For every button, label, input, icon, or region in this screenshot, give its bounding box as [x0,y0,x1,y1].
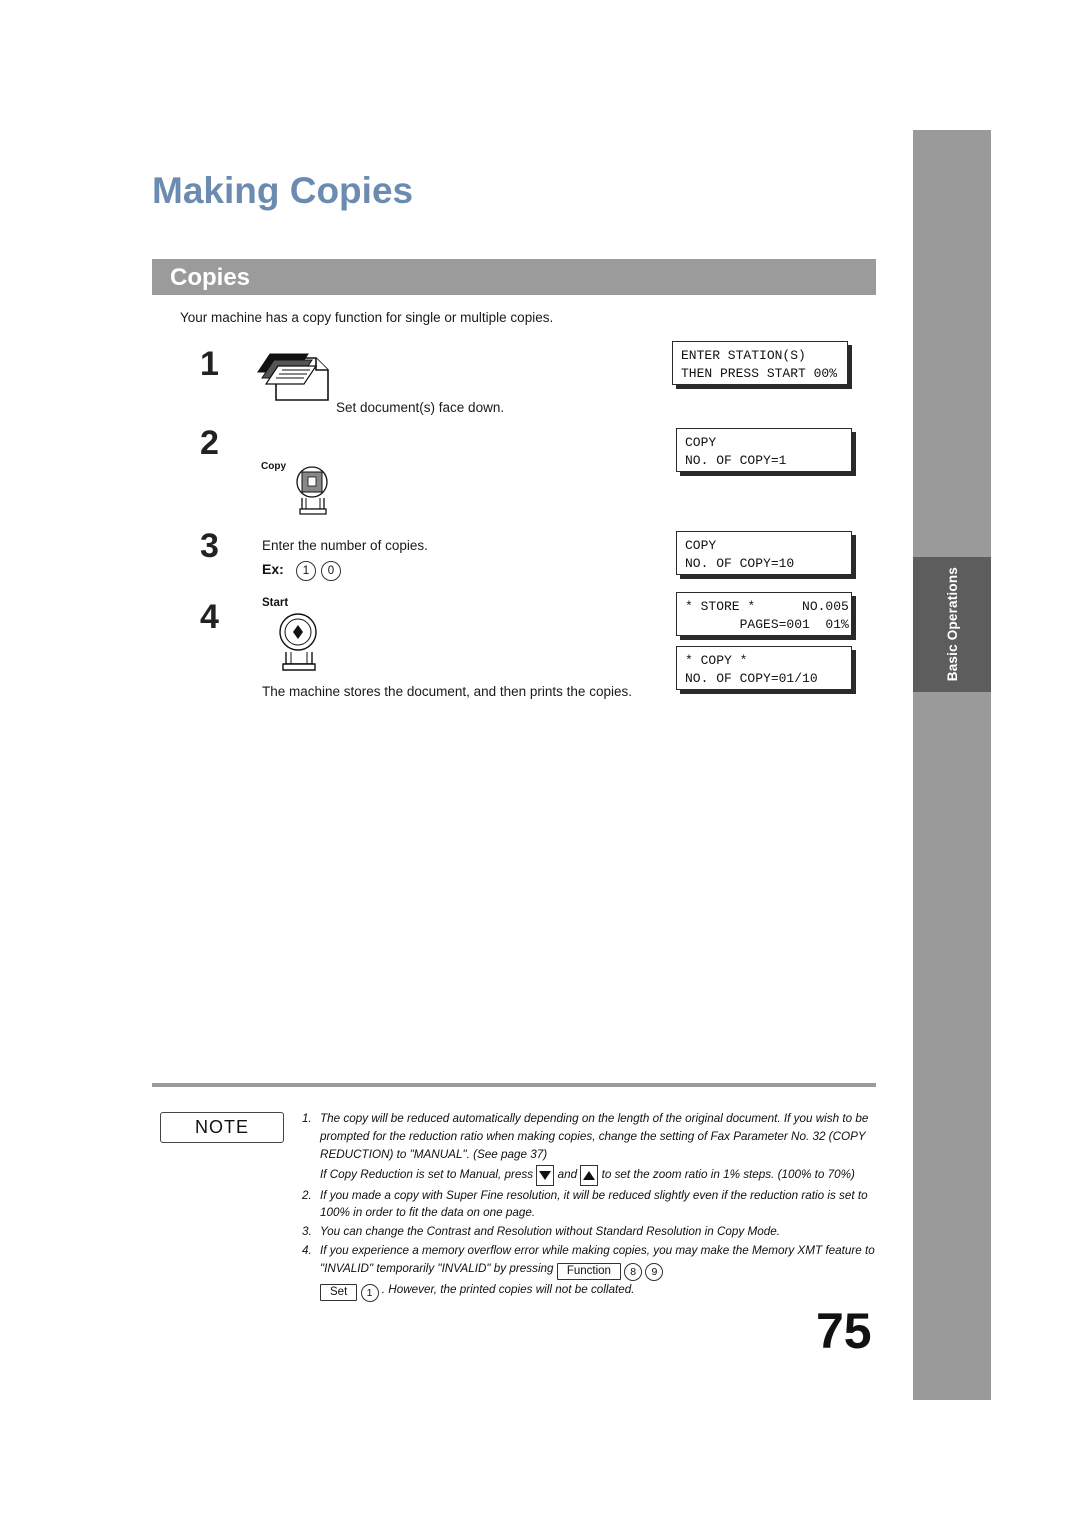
section-header-title: Copies [170,264,251,291]
lcd-display-4: * STORE * NO.005 PAGES=001 01% [676,592,852,636]
lcd-4-line-2: PAGES=001 01% [685,617,849,633]
document-stack-icon [256,348,346,408]
set-key: Set [320,1284,358,1302]
note-label-box: NOTE [160,1112,284,1143]
note-item-1-sub: If Copy Reduction is set to Manual, pres… [302,1164,880,1186]
lcd-1-line-2: THEN PRESS START 00% [681,366,838,382]
side-tab-label-text: Basic Operations [944,567,960,682]
note-item-2: 2. If you made a copy with Super Fine re… [302,1187,880,1223]
step-4-description: The machine stores the document, and the… [262,684,632,699]
lcd-2-line-2: NO. OF COPY=1 [685,453,787,469]
lcd-display-5: * COPY * NO. OF COPY=01/10 [676,646,852,690]
function-key: Function [556,1263,621,1281]
arrow-down-icon [536,1164,555,1186]
lcd-display-1: ENTER STATION(S) THEN PRESS START 00% [672,341,848,385]
note-3-text: You can change the Contrast and Resoluti… [320,1225,781,1239]
keycap-9: 9 [645,1263,664,1282]
note-2-text: If you made a copy with Super Fine resol… [320,1188,868,1220]
note-3-number: 3. [302,1225,312,1239]
start-key-icon [270,612,338,680]
note-4-number: 4. [302,1244,312,1258]
note-2-number: 2. [302,1188,312,1202]
note-4-text-tail: . However, the printed copies will not b… [381,1283,635,1297]
lcd-4-line-1: * STORE * NO.005 [685,599,849,614]
arrow-up-icon [580,1164,599,1186]
section-header-bar [152,259,876,295]
step-1-description: Set document(s) face down. [336,400,505,415]
keycap-1-note: 1 [360,1284,379,1303]
example-keys: 10 [296,561,346,581]
note-item-1: 1. The copy will be reduced automaticall… [302,1110,880,1164]
keycap-0: 0 [321,561,341,581]
step-number-4: 4 [200,598,219,636]
lcd-display-3: COPY NO. OF COPY=10 [676,531,852,575]
note-1-number: 1. [302,1112,312,1125]
lcd-3-line-1: COPY [685,538,717,553]
keycap-8: 8 [624,1263,643,1282]
note-1-sub-b: and [557,1167,578,1181]
note-1-sub-c: to set the zoom ratio in 1% steps. (100%… [601,1167,855,1181]
lcd-display-2: COPY NO. OF COPY=1 [676,428,852,472]
copy-key-icon [290,465,350,527]
start-key-label: Start [262,597,289,609]
page-title: Making Copies [152,170,414,211]
side-tab-label: Basic Operations [913,557,991,692]
side-tab-background [913,130,991,1400]
lcd-2-line-1: COPY [685,435,717,450]
step-number-1: 1 [200,345,219,383]
page-number: 75 [816,1303,872,1359]
example-label: Ex: [262,561,284,577]
note-item-3: 3. You can change the Contrast and Resol… [302,1223,880,1241]
step-number-3: 3 [200,527,219,565]
note-label-text: NOTE [194,1117,249,1137]
step-number-2: 2 [200,424,219,462]
lcd-5-line-2: NO. OF COPY=01/10 [685,671,818,687]
note-list: 1. The copy will be reduced automaticall… [302,1110,880,1303]
note-separator-rule [152,1083,876,1087]
lcd-1-line-1: ENTER STATION(S) [681,348,806,363]
note-1-sub-a: If Copy Reduction is set to Manual, pres… [320,1167,534,1181]
intro-paragraph: Your machine has a copy function for sin… [180,310,554,325]
lcd-5-line-1: * COPY * [685,653,748,668]
keycap-1: 1 [296,561,316,581]
note-1-text: The copy will be reduced automatically d… [320,1112,869,1161]
step-3-description: Enter the number of copies. [262,538,428,553]
note-item-4: 4. If you experience a memory overflow e… [302,1242,880,1303]
copy-key-label: Copy [261,461,286,472]
lcd-3-line-2: NO. OF COPY=10 [685,556,795,572]
